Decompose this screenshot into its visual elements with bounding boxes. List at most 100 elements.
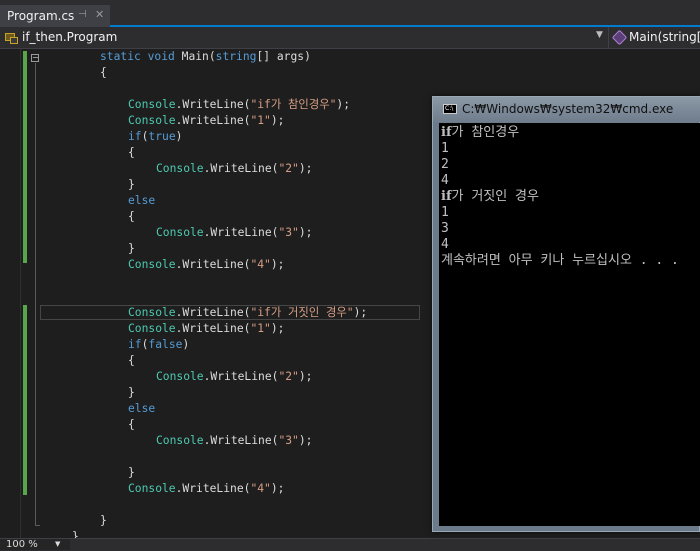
code-token: } <box>128 466 135 479</box>
code-line: } <box>128 385 135 401</box>
code-token: Console <box>128 114 176 127</box>
code-token: Console <box>156 434 204 447</box>
code-token: "4" <box>250 482 271 495</box>
editor-status-bar <box>0 538 700 551</box>
cmd-text: 3 <box>441 221 449 236</box>
code-line: Console.WriteLine("3"); <box>156 433 312 449</box>
cmd-icon: C:\ <box>443 104 457 114</box>
collapse-icon[interactable]: − <box>31 54 39 62</box>
code-line: { <box>128 209 135 225</box>
code-token: "1" <box>250 322 271 335</box>
change-bar <box>23 51 27 263</box>
change-bar <box>23 305 27 495</box>
outline-end <box>35 525 40 526</box>
code-line: Console.WriteLine("1"); <box>128 113 284 129</box>
cmd-title: C:₩Windows₩system32₩cmd.exe <box>462 102 674 116</box>
cmd-text: 1 <box>441 205 449 220</box>
zoom-level: 100 % <box>6 539 38 550</box>
document-tab-bar: Program.cs ⊣ ✕ <box>0 0 700 27</box>
outline-line <box>35 63 36 525</box>
code-line: Console.WriteLine("4"); <box>128 481 284 497</box>
code-token: .WriteLine( <box>175 322 251 335</box>
cmd-bold-text: if <box>441 125 452 140</box>
code-token: false <box>148 338 183 351</box>
code-token: ) <box>182 338 190 351</box>
code-token: ); <box>298 162 313 175</box>
cmd-output-line: 1 <box>441 205 449 221</box>
code-token: true <box>148 130 176 143</box>
code-token: .WriteLine( <box>175 114 251 127</box>
code-token: "1" <box>250 114 271 127</box>
cmd-text: 가 참인경우 <box>451 125 520 140</box>
code-line: } <box>128 465 135 481</box>
code-token: .WriteLine( <box>203 226 279 239</box>
chevron-down-icon[interactable]: ▼ <box>596 30 603 40</box>
code-line: else <box>128 401 155 417</box>
class-path: if_then.Program <box>22 30 118 44</box>
code-token: ) <box>175 130 183 143</box>
code-token: ); <box>298 370 313 383</box>
code-line: { <box>128 145 135 161</box>
code-token: ); <box>270 258 285 271</box>
code-token: } <box>100 514 107 527</box>
code-token: ); <box>298 434 313 447</box>
code-token: .WriteLine( <box>175 482 251 495</box>
cmd-window[interactable]: C:\ C:₩Windows₩system32₩cmd.exe if가 참인경우… <box>432 96 700 532</box>
code-token: if <box>128 338 142 351</box>
cmd-bold-text: if <box>441 189 452 204</box>
cmd-output-line: 4 <box>441 173 449 189</box>
cmd-output-line: 4 <box>441 237 449 253</box>
code-line: if(false) <box>128 337 189 353</box>
cmd-text: 4 <box>441 173 449 188</box>
code-line: } <box>128 177 135 193</box>
member-dropdown[interactable]: Main(string[] <box>612 30 700 44</box>
code-line: Console.WriteLine("4"); <box>128 257 284 273</box>
code-line: { <box>128 417 135 433</box>
cmd-text: 4 <box>441 237 449 252</box>
code-token: .WriteLine( <box>203 434 279 447</box>
pin-icon[interactable]: ⊣ <box>78 9 87 20</box>
code-token: Console <box>128 322 176 335</box>
code-token: ); <box>270 322 285 335</box>
code-token: string <box>215 50 257 63</box>
code-token: { <box>128 146 135 159</box>
code-line: Console.WriteLine("1"); <box>128 321 284 337</box>
chevron-down-icon: ▼ <box>55 540 61 548</box>
code-token: "3" <box>278 434 299 447</box>
code-token: Console <box>156 226 204 239</box>
member-name: Main(string[] <box>629 30 700 44</box>
code-token: } <box>128 178 135 191</box>
code-line: { <box>128 353 135 369</box>
class-dropdown[interactable]: if_then.Program <box>4 30 117 44</box>
code-line: Console.WriteLine("if가 거짓인 경우"); <box>128 305 367 321</box>
cmd-output-line: 계속하려면 아무 키나 누르십시오 . . . <box>441 253 679 269</box>
cmd-titlebar[interactable]: C:\ C:₩Windows₩system32₩cmd.exe <box>433 97 700 122</box>
code-token: else <box>128 194 156 207</box>
code-token: "4" <box>250 258 271 271</box>
code-token: Console <box>128 258 176 271</box>
nav-divider <box>608 27 609 48</box>
code-token: "3" <box>278 226 299 239</box>
code-token: Console <box>128 98 176 111</box>
code-token: { <box>128 418 135 431</box>
zoom-dropdown[interactable]: 100 % ▼ <box>0 539 70 550</box>
code-token: ); <box>336 98 351 111</box>
code-token: Console <box>156 162 204 175</box>
code-line: { <box>100 65 107 81</box>
code-token: static <box>100 50 141 63</box>
cmd-output[interactable]: if가 참인경우 1 2 4 if가 거짓인 경우 1 3 4 계속하려면 아무 키나 누르십시… <box>439 123 700 526</box>
cmd-text: 1 <box>441 141 449 156</box>
code-token: { <box>128 210 135 223</box>
code-line: } <box>100 513 107 529</box>
code-line: Console.WriteLine("2"); <box>156 369 312 385</box>
code-token: { <box>128 354 135 367</box>
code-token: [] args) <box>256 50 311 63</box>
tab-program-cs[interactable]: Program.cs ⊣ ✕ <box>0 5 110 27</box>
code-token: Console <box>128 482 176 495</box>
close-icon[interactable]: ✕ <box>95 8 104 21</box>
navigation-bar: if_then.Program ▼ Main(string[] <box>0 27 700 49</box>
code-token: Console <box>128 306 176 319</box>
cmd-output-line: if가 참인경우 <box>441 125 519 141</box>
code-token: } <box>72 530 79 538</box>
